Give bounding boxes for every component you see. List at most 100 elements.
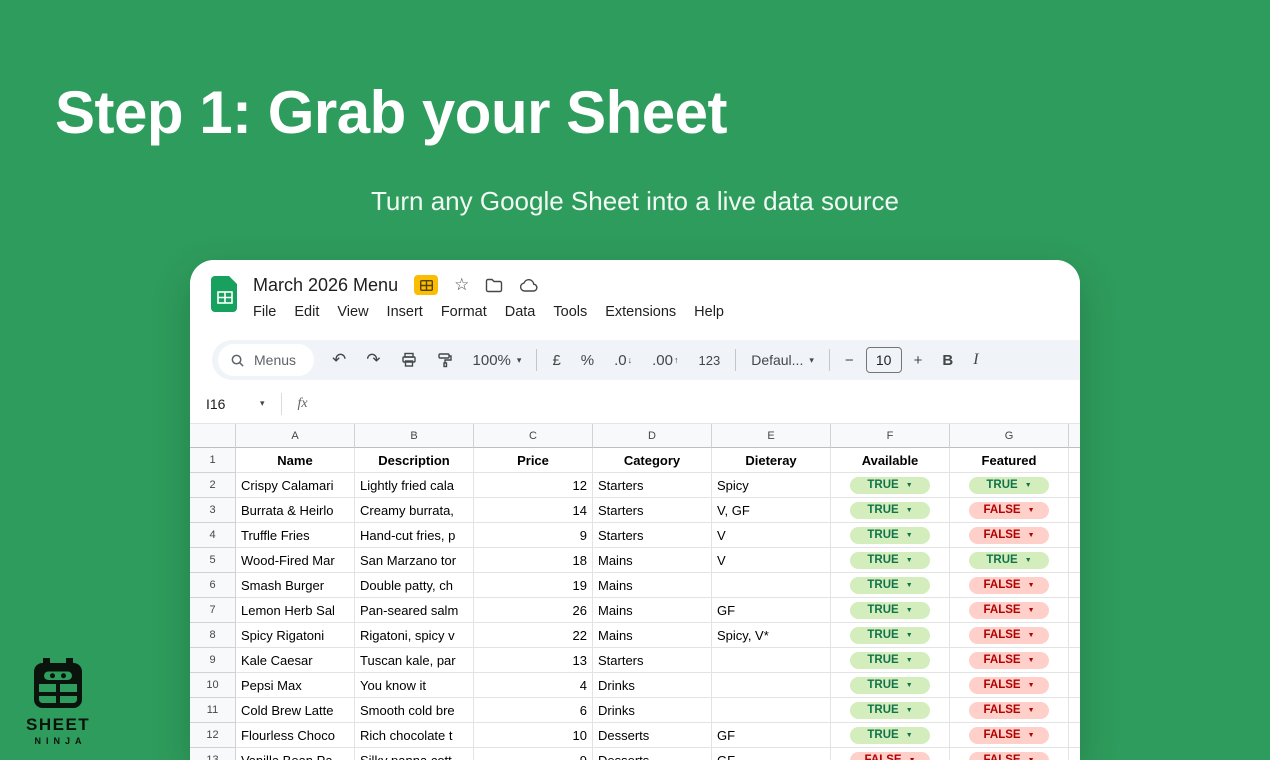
cell-D4[interactable]: Starters <box>593 523 712 548</box>
dropdown-chip-false[interactable]: FALSE▼ <box>850 752 930 760</box>
row-header-2[interactable]: 2 <box>190 473 236 498</box>
cell-F13[interactable]: FALSE▼ <box>831 748 950 760</box>
column-header-A[interactable]: A <box>236 424 355 448</box>
menu-item-data[interactable]: Data <box>496 301 545 323</box>
cell-B4[interactable]: Hand-cut fries, p <box>355 523 474 548</box>
increase-font-size-button[interactable]: + <box>904 346 933 374</box>
cell-E3[interactable]: V, GF <box>712 498 831 523</box>
menu-item-edit[interactable]: Edit <box>285 301 328 323</box>
cell-D13[interactable]: Desserts <box>593 748 712 760</box>
cell-F7[interactable]: TRUE▼ <box>831 598 950 623</box>
dropdown-chip-true[interactable]: TRUE▼ <box>850 652 930 669</box>
cell-A11[interactable]: Cold Brew Latte <box>236 698 355 723</box>
cell-G3[interactable]: FALSE▼ <box>950 498 1069 523</box>
cell-C11[interactable]: 6 <box>474 698 593 723</box>
paint-format-button[interactable] <box>427 346 463 374</box>
cell-F8[interactable]: TRUE▼ <box>831 623 950 648</box>
google-sheets-icon[interactable] <box>210 275 240 313</box>
cell-F9[interactable]: TRUE▼ <box>831 648 950 673</box>
star-icon[interactable]: ☆ <box>454 275 469 295</box>
row-header-9[interactable]: 9 <box>190 648 236 673</box>
dropdown-chip-true[interactable]: TRUE▼ <box>850 477 930 494</box>
cell-E1[interactable]: Dieteray <box>712 448 831 473</box>
cell-D11[interactable]: Drinks <box>593 698 712 723</box>
italic-button[interactable]: I <box>963 346 988 374</box>
bold-button[interactable]: B <box>932 346 963 374</box>
cell-G10[interactable]: FALSE▼ <box>950 673 1069 698</box>
cell-B9[interactable]: Tuscan kale, par <box>355 648 474 673</box>
dropdown-chip-false[interactable]: FALSE▼ <box>969 627 1049 644</box>
cell-A12[interactable]: Flourless Choco <box>236 723 355 748</box>
cell-A7[interactable]: Lemon Herb Sal <box>236 598 355 623</box>
cell-B8[interactable]: Rigatoni, spicy v <box>355 623 474 648</box>
cell-B7[interactable]: Pan-seared salm <box>355 598 474 623</box>
cell-B13[interactable]: Silky panna cott <box>355 748 474 760</box>
column-header-F[interactable]: F <box>831 424 950 448</box>
cell-D1[interactable]: Category <box>593 448 712 473</box>
format-percent-button[interactable]: % <box>571 346 604 374</box>
cell-G6[interactable]: FALSE▼ <box>950 573 1069 598</box>
cell-G9[interactable]: FALSE▼ <box>950 648 1069 673</box>
cell-G5[interactable]: TRUE▼ <box>950 548 1069 573</box>
cell-C4[interactable]: 9 <box>474 523 593 548</box>
row-header-10[interactable]: 10 <box>190 673 236 698</box>
cell-B3[interactable]: Creamy burrata, <box>355 498 474 523</box>
cell-C6[interactable]: 19 <box>474 573 593 598</box>
dropdown-chip-false[interactable]: FALSE▼ <box>969 727 1049 744</box>
cell-F12[interactable]: TRUE▼ <box>831 723 950 748</box>
decrease-font-size-button[interactable]: − <box>835 346 864 374</box>
cell-A10[interactable]: Pepsi Max <box>236 673 355 698</box>
cell-D9[interactable]: Starters <box>593 648 712 673</box>
dropdown-chip-false[interactable]: FALSE▼ <box>969 602 1049 619</box>
cell-C7[interactable]: 26 <box>474 598 593 623</box>
doc-title[interactable]: March 2026 Menu <box>253 275 398 296</box>
cell-F10[interactable]: TRUE▼ <box>831 673 950 698</box>
cell-B5[interactable]: San Marzano tor <box>355 548 474 573</box>
menu-item-tools[interactable]: Tools <box>544 301 596 323</box>
cell-G2[interactable]: TRUE▼ <box>950 473 1069 498</box>
move-folder-icon[interactable] <box>485 278 503 293</box>
cell-E7[interactable]: GF <box>712 598 831 623</box>
cell-C13[interactable]: 9 <box>474 748 593 760</box>
cell-B12[interactable]: Rich chocolate t <box>355 723 474 748</box>
undo-button[interactable]: ↶ <box>322 346 356 374</box>
cell-A13[interactable]: Vanilla Bean Pa <box>236 748 355 760</box>
menu-item-help[interactable]: Help <box>685 301 733 323</box>
dropdown-chip-true[interactable]: TRUE▼ <box>969 552 1049 569</box>
cell-A3[interactable]: Burrata & Heirlo <box>236 498 355 523</box>
cell-C12[interactable]: 10 <box>474 723 593 748</box>
zoom-select[interactable]: 100% ▾ <box>463 346 532 374</box>
column-header-E[interactable]: E <box>712 424 831 448</box>
cell-E5[interactable]: V <box>712 548 831 573</box>
cell-G12[interactable]: FALSE▼ <box>950 723 1069 748</box>
dropdown-chip-false[interactable]: FALSE▼ <box>969 577 1049 594</box>
row-header-4[interactable]: 4 <box>190 523 236 548</box>
dropdown-chip-false[interactable]: FALSE▼ <box>969 502 1049 519</box>
dropdown-chip-true[interactable]: TRUE▼ <box>850 677 930 694</box>
cell-E4[interactable]: V <box>712 523 831 548</box>
cell-B1[interactable]: Description <box>355 448 474 473</box>
cell-E10[interactable] <box>712 673 831 698</box>
print-button[interactable] <box>391 346 427 374</box>
cell-B10[interactable]: You know it <box>355 673 474 698</box>
cell-D8[interactable]: Mains <box>593 623 712 648</box>
cell-D12[interactable]: Desserts <box>593 723 712 748</box>
dropdown-chip-true[interactable]: TRUE▼ <box>850 602 930 619</box>
chevron-down-icon[interactable]: ▾ <box>260 398 265 409</box>
dropdown-chip-false[interactable]: FALSE▼ <box>969 527 1049 544</box>
format-currency-button[interactable]: £ <box>542 346 570 374</box>
cell-E8[interactable]: Spicy, V* <box>712 623 831 648</box>
increase-decimal-button[interactable]: .00 ↑ <box>642 346 688 374</box>
cell-A8[interactable]: Spicy Rigatoni <box>236 623 355 648</box>
cell-F1[interactable]: Available <box>831 448 950 473</box>
row-header-13[interactable]: 13 <box>190 748 236 760</box>
cell-E9[interactable] <box>712 648 831 673</box>
cell-C8[interactable]: 22 <box>474 623 593 648</box>
cell-G4[interactable]: FALSE▼ <box>950 523 1069 548</box>
cell-C10[interactable]: 4 <box>474 673 593 698</box>
dropdown-chip-true[interactable]: TRUE▼ <box>850 727 930 744</box>
cell-A4[interactable]: Truffle Fries <box>236 523 355 548</box>
column-header-partial[interactable] <box>1069 424 1080 448</box>
cell-C1[interactable]: Price <box>474 448 593 473</box>
cell-E13[interactable]: GF <box>712 748 831 760</box>
